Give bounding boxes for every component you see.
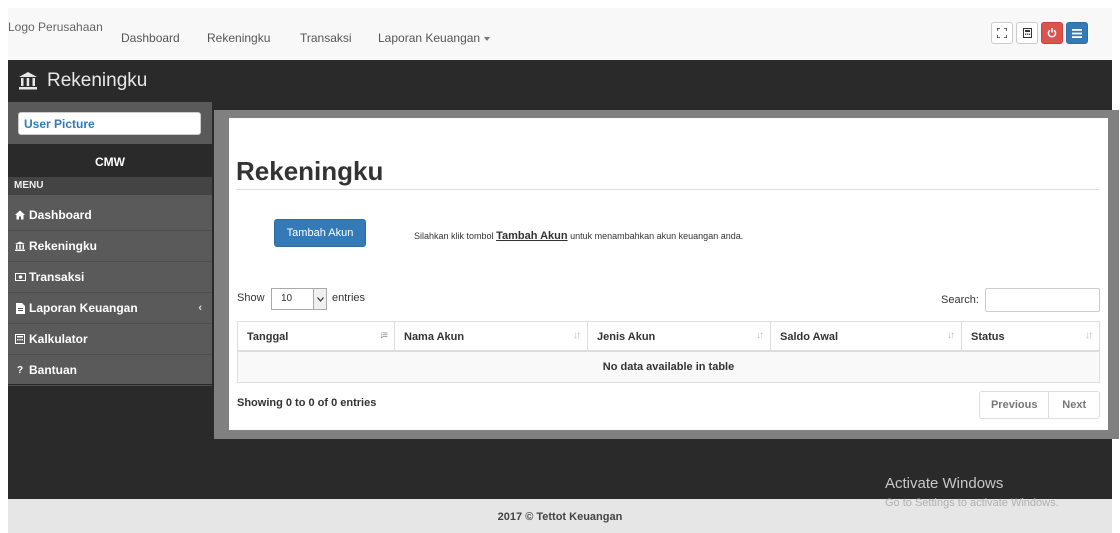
page-size-value: 10 <box>281 293 293 304</box>
app-page: Logo Perusahaan Dashboard Rekeningku Tra… <box>0 0 1120 533</box>
nav-rekeningku[interactable]: Rekeningku <box>207 31 270 45</box>
nav-transaksi[interactable]: Transaksi <box>300 31 352 45</box>
content-panel: Rekeningku Tambah Akun Silahkan klik tom… <box>229 118 1108 430</box>
page-title: Rekeningku <box>236 156 384 186</box>
section-title: Rekeningku <box>47 70 148 91</box>
sidebar: User Picture CMW MENU Dashboard Rekening… <box>8 102 212 386</box>
activation-watermark-title: Activate Windows <box>885 475 1004 492</box>
sidebar-item-label: Dashboard <box>29 208 92 222</box>
pagination: Previous Next <box>979 391 1100 419</box>
sidebar-item-label: Bantuan <box>29 363 77 377</box>
user-picture[interactable]: User Picture <box>18 112 201 135</box>
column-label: Tanggal <box>247 331 289 343</box>
company-logo[interactable]: Logo Perusahaan <box>8 20 103 34</box>
hint-text: Silahkan klik tombol Tambah Akun untuk m… <box>414 230 743 242</box>
previous-button[interactable]: Previous <box>980 392 1050 418</box>
home-icon <box>14 209 26 221</box>
menu-icon <box>1072 28 1082 38</box>
hint-prefix: Silahkan klik tombol <box>414 231 494 241</box>
table-info: Showing 0 to 0 of 0 entries <box>237 397 377 409</box>
table-empty-row: No data available in table <box>237 352 1100 383</box>
user-name: CMW <box>8 144 212 177</box>
add-account-button[interactable]: Tambah Akun <box>274 219 366 247</box>
fullscreen-icon <box>997 28 1007 38</box>
sort-icon: ↓↑ <box>947 330 955 341</box>
menu-toggle-button[interactable] <box>1066 22 1088 44</box>
column-label: Nama Akun <box>404 331 465 343</box>
search-input[interactable] <box>985 288 1100 312</box>
column-jenis-akun[interactable]: Jenis Akun ↓↑ <box>588 322 771 351</box>
caret-down-icon <box>484 36 491 41</box>
sidebar-item-transaksi[interactable]: Transaksi <box>8 262 212 293</box>
money-icon <box>14 271 26 283</box>
chevron-down-icon <box>313 289 326 309</box>
power-icon <box>1047 28 1057 38</box>
sort-icon: ↓↑ <box>573 330 581 341</box>
bank-icon <box>14 240 26 252</box>
nav-laporan-keuangan[interactable]: Laporan Keuangan <box>378 31 491 45</box>
sort-icon: ↓↑ <box>756 330 764 341</box>
sidebar-item-kalkulator[interactable]: Kalkulator <box>8 324 212 355</box>
column-label: Jenis Akun <box>597 331 656 343</box>
hint-suffix: untuk menambahkan akun keuangan anda. <box>570 231 744 241</box>
sidebar-item-label: Kalkulator <box>29 332 88 346</box>
column-status[interactable]: Status ↓↑ <box>962 322 1099 351</box>
title-divider <box>236 189 1099 190</box>
column-tanggal[interactable]: Tanggal ↓≡ <box>238 322 395 351</box>
column-label: Status <box>971 331 1005 343</box>
table-header: Tanggal ↓≡ Nama Akun ↓↑ Jenis Akun ↓↑ Sa… <box>237 321 1100 352</box>
fullscreen-button[interactable] <box>991 22 1013 44</box>
column-nama-akun[interactable]: Nama Akun ↓↑ <box>395 322 588 351</box>
calculator-button[interactable] <box>1016 22 1038 44</box>
sort-icon: ↓↑ <box>1085 330 1093 341</box>
sidebar-item-label: Transaksi <box>29 270 85 284</box>
hint-link[interactable]: Tambah Akun <box>496 230 568 242</box>
column-saldo-awal[interactable]: Saldo Awal ↓↑ <box>771 322 962 351</box>
chevron-left-icon: ‹ <box>198 302 202 314</box>
activation-watermark-subtitle: Go to Settings to activate Windows. <box>885 497 1059 509</box>
show-label: Show <box>237 292 265 304</box>
next-button[interactable]: Next <box>1049 392 1099 418</box>
bank-icon <box>19 72 37 90</box>
page-size-select[interactable]: 10 <box>271 288 327 310</box>
file-icon <box>14 302 26 314</box>
calculator-icon <box>1022 28 1032 38</box>
calculator-icon <box>14 333 26 345</box>
menu-label: MENU <box>8 177 212 195</box>
question-icon: ? <box>16 364 24 376</box>
nav-dashboard[interactable]: Dashboard <box>121 31 180 45</box>
entries-label: entries <box>332 292 366 304</box>
top-navbar: Logo Perusahaan Dashboard Rekeningku Tra… <box>8 8 1112 60</box>
logout-button[interactable] <box>1041 22 1063 44</box>
sidebar-item-dashboard[interactable]: Dashboard <box>8 200 212 231</box>
sort-asc-icon: ↓≡ <box>379 330 388 341</box>
sidebar-item-bantuan[interactable]: ? Bantuan <box>8 355 212 386</box>
search-label: Search: <box>941 294 979 306</box>
sidebar-item-laporan-keuangan[interactable]: Laporan Keuangan ‹ <box>8 293 212 324</box>
sidebar-item-rekeningku[interactable]: Rekeningku <box>8 231 212 262</box>
accounts-table: Tanggal ↓≡ Nama Akun ↓↑ Jenis Akun ↓↑ Sa… <box>237 321 1100 383</box>
sidebar-item-label: Rekeningku <box>29 239 98 253</box>
nav-laporan-label: Laporan Keuangan <box>378 31 481 45</box>
sidebar-item-label: Laporan Keuangan <box>29 301 138 315</box>
section-header: Rekeningku <box>8 60 1112 102</box>
column-label: Saldo Awal <box>780 331 839 343</box>
